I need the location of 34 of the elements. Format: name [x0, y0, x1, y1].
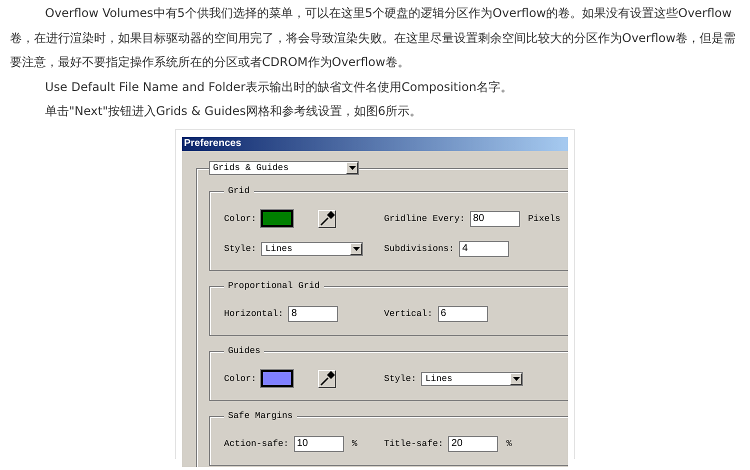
paragraph: Overflow Volumes中有5个供我们选择的菜单，可以在这里5个硬盘的逻辑分区作为Overflow的卷。如果没有设置这些Overflow卷，在进行渲染时，如果目标驱动器的空间用完了，将会导致渲染失败。在这里尽量设置剩余空间比较大的分区作为Overflow卷，但是需要注意，最好不要指定操作系统所在的分区或者CDROM作为Overflow卷。	[9, 5, 737, 71]
unit-label: %	[352, 438, 358, 448]
field-label: Horizontal:	[224, 308, 284, 318]
unit-label: Pixels	[528, 214, 560, 224]
input-field[interactable]: 10	[294, 436, 344, 452]
field-label: Style:	[384, 374, 416, 384]
style-dropdown[interactable]: Lines	[261, 242, 364, 256]
field-label: Color:	[224, 374, 256, 384]
field-label: Color:	[224, 214, 256, 224]
paragraph: Use Default File Name and Folder表示输出时的缺省文件名使用Composition名字。	[44, 78, 514, 96]
field-label: Action-safe:	[224, 438, 289, 448]
input-field[interactable]: 6	[438, 306, 488, 322]
section-title: Grid	[224, 184, 254, 196]
paragraph: 单击"Next"按钮进入Grids & Guides网格和参考线设置，如图6所示。	[44, 103, 423, 120]
eyedropper-icon[interactable]	[318, 370, 336, 388]
field-label: Vertical:	[384, 308, 433, 318]
field-label: Title-safe:	[384, 438, 444, 448]
window-title: Preferences	[184, 138, 242, 148]
style-dropdown[interactable]: Lines	[421, 372, 524, 386]
field-label: Gridline Every:	[384, 214, 466, 224]
color-swatch[interactable]	[261, 210, 294, 227]
field-label: Style:	[224, 244, 256, 254]
color-swatch[interactable]	[261, 370, 294, 387]
input-field[interactable]: 80	[470, 210, 520, 226]
field-label: Subdivisions:	[384, 244, 454, 254]
input-field[interactable]: 4	[459, 240, 510, 256]
category-dropdown[interactable]: Grids & Guides	[209, 160, 359, 174]
section-title: Guides	[224, 344, 264, 356]
section-title: Proportional Grid	[224, 280, 324, 292]
input-field[interactable]: 20	[448, 436, 498, 452]
input-field[interactable]: 8	[288, 306, 338, 322]
eyedropper-icon[interactable]	[318, 210, 336, 228]
unit-label: %	[506, 438, 512, 448]
section-title: Safe Margins	[224, 410, 297, 422]
